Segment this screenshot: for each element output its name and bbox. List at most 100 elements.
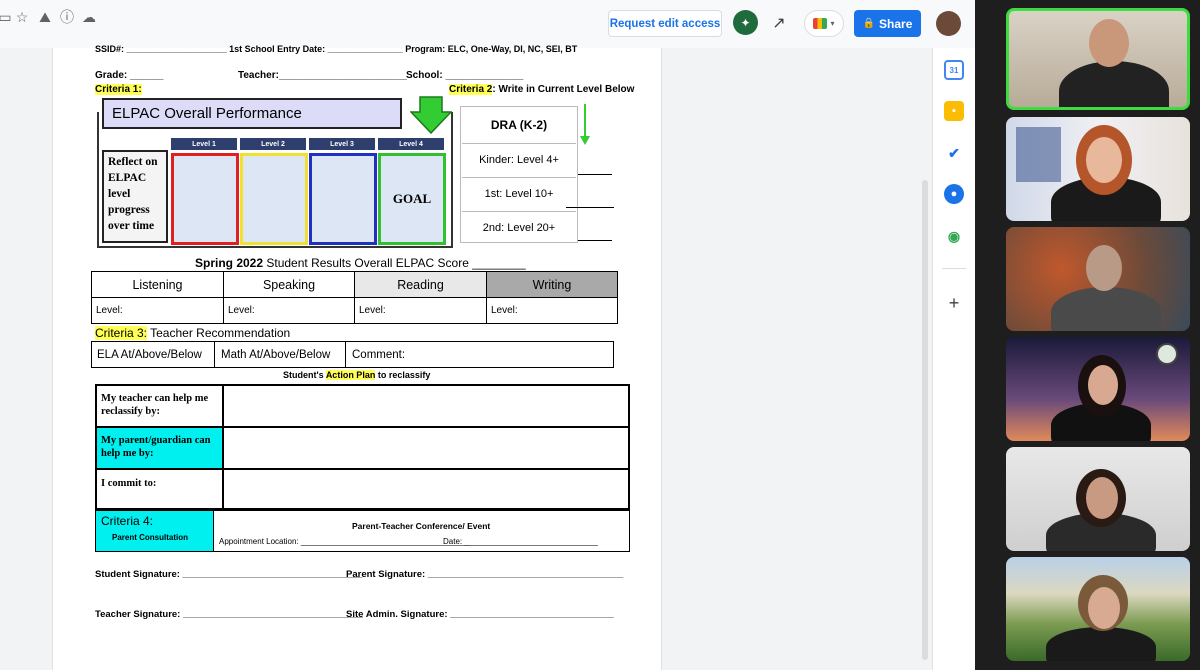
side-divider [942,268,966,269]
dra-first: 1st: Level 10+ [462,177,576,210]
student-signature: Student Signature: _____________________… [95,569,363,580]
video-tile-2[interactable] [1006,117,1190,221]
maps-icon[interactable]: ◉ [944,226,964,246]
school-label: School: ______________ [406,70,524,81]
share-button[interactable]: 🔒 Share [854,10,921,37]
level-4-header: Level 4 [378,138,444,150]
dra-line-2 [566,207,614,208]
domain-writing: Writing [486,271,618,298]
plan-divider [222,384,224,510]
calendar-icon[interactable]: 31 [944,60,964,80]
level-3-header: Level 3 [309,138,375,150]
level-writing: Level: [486,297,618,324]
level-listening: Level: [91,297,224,324]
level-reading: Level: [354,297,487,324]
request-edit-access-button[interactable]: Request edit access [608,10,722,37]
domain-reading: Reading [354,271,487,298]
wall-art [1016,127,1061,182]
contacts-icon[interactable]: ● [944,184,964,204]
participant-head [1088,587,1120,629]
scrollbar[interactable] [922,180,928,660]
add-addon-icon[interactable]: + [944,293,964,313]
drive-icon[interactable]: ⛰ [36,8,54,26]
plan-parent-label: My parent/guardian can help me by: [97,428,222,468]
video-tile-4[interactable] [1006,337,1190,441]
criteria2-text: : Write in Current Level Below [492,84,635,95]
math-cell: Math At/Above/Below [214,341,346,368]
ela-cell: ELA At/Above/Below [91,341,215,368]
plan-teacher-field[interactable] [226,388,626,424]
domain-listening: Listening [91,271,224,298]
parent-consultation-label: Parent Consultation [112,533,189,542]
level-2-header: Level 2 [240,138,306,150]
elpac-title: ELPAC Overall Performance [102,98,402,129]
admin-signature: Site Admin. Signature: _________________… [346,609,614,620]
avatar[interactable] [936,11,961,36]
action-plan-post: to reclassify [375,370,431,380]
spring-title-rest: Student Results Overall ELPAC Score ____… [263,256,526,270]
criteria2-heading: Criteria 2: Write in Current Level Below [449,84,634,95]
addon-icon[interactable]: ✦ [733,10,758,35]
dra-second: 2nd: Level 20+ [462,211,576,244]
action-plan-tag: Action Plan [325,370,376,380]
participant-head [1086,245,1122,291]
teacher-label: Teacher:_______________________ [238,70,407,81]
domain-speaking: Speaking [223,271,355,298]
level-1-header: Level 1 [171,138,237,150]
lock-icon: 🔒 [862,18,876,29]
action-plan-heading: Student's Action Plan to reclassify [283,370,430,380]
video-tile-3[interactable] [1006,227,1190,331]
grade-label: Grade: ______ [95,70,164,81]
participant-body [1059,61,1169,107]
star-icon[interactable]: ☆ [13,8,31,26]
share-label: Share [879,16,913,31]
green-down-arrow-icon [410,96,452,134]
tasks-icon[interactable]: ✔ [944,143,964,163]
comment-cell: Comment: [345,341,614,368]
side-panel [932,48,975,670]
criteria3-text: Teacher Recommendation [147,326,291,340]
parent-signature: Parent Signature: ______________________… [346,569,624,580]
criteria3-heading: Criteria 3: Teacher Recommendation [95,326,290,340]
dra-line-3 [578,240,612,241]
meet-icon [813,18,828,29]
badge-icon [1156,343,1178,365]
chevron-down-icon: ▾ [830,19,835,28]
participant-body [1051,287,1161,331]
criteria3-tag: Criteria 3: [95,326,148,340]
plan-commit-field[interactable] [226,472,626,508]
criteria2-tag: Criteria 2 [449,84,493,95]
level-1-box [171,153,239,245]
small-green-arrow-icon [580,104,590,145]
video-tile-1[interactable] [1006,8,1190,110]
activity-trend-icon[interactable]: ↗ [768,12,790,34]
dra-kinder: Kinder: Level 4+ [462,143,576,176]
plan-commit-label: I commit to: [101,478,157,489]
keep-icon[interactable]: ▪ [944,101,964,121]
level-3-box [309,153,377,245]
ssid-line: SSID#: ____________________ 1st School E… [95,44,578,54]
plan-teacher-label: My teacher can help me reclassify by: [101,393,209,417]
meet-button[interactable]: ▾ [804,10,844,37]
info-icon[interactable]: ⓘ [58,8,76,26]
criteria4-tag: Criteria 4: [101,514,154,528]
participant-head [1086,477,1118,519]
spring-title: Spring 2022 Student Results Overall ELPA… [195,256,526,270]
conference-title: Parent-Teacher Conference/ Event [352,521,491,531]
participant-head [1086,137,1122,183]
plan-parent-field[interactable] [226,430,626,466]
date-field: Date: ______________________________ [443,537,598,546]
cloud-status-icon[interactable]: ☁ [80,8,98,26]
dra-title: DRA (K-2) [490,118,548,132]
action-plan-pre: Student's [283,370,326,380]
video-tile-5[interactable] [1006,447,1190,551]
menu-edge-icon[interactable]: ▭ [0,8,14,26]
criteria1-label: Criteria 1: [95,84,142,95]
level-2-box [240,153,308,245]
teacher-signature: Teacher Signature: _____________________… [95,609,363,620]
video-tile-6[interactable] [1006,557,1190,661]
dra-line-1 [578,174,612,175]
spring-title-bold: Spring 2022 [195,256,264,270]
appointment-location: Appointment Location: __________________… [219,537,470,546]
reflect-text: Reflect on ELPAC level progress over tim… [102,150,168,243]
